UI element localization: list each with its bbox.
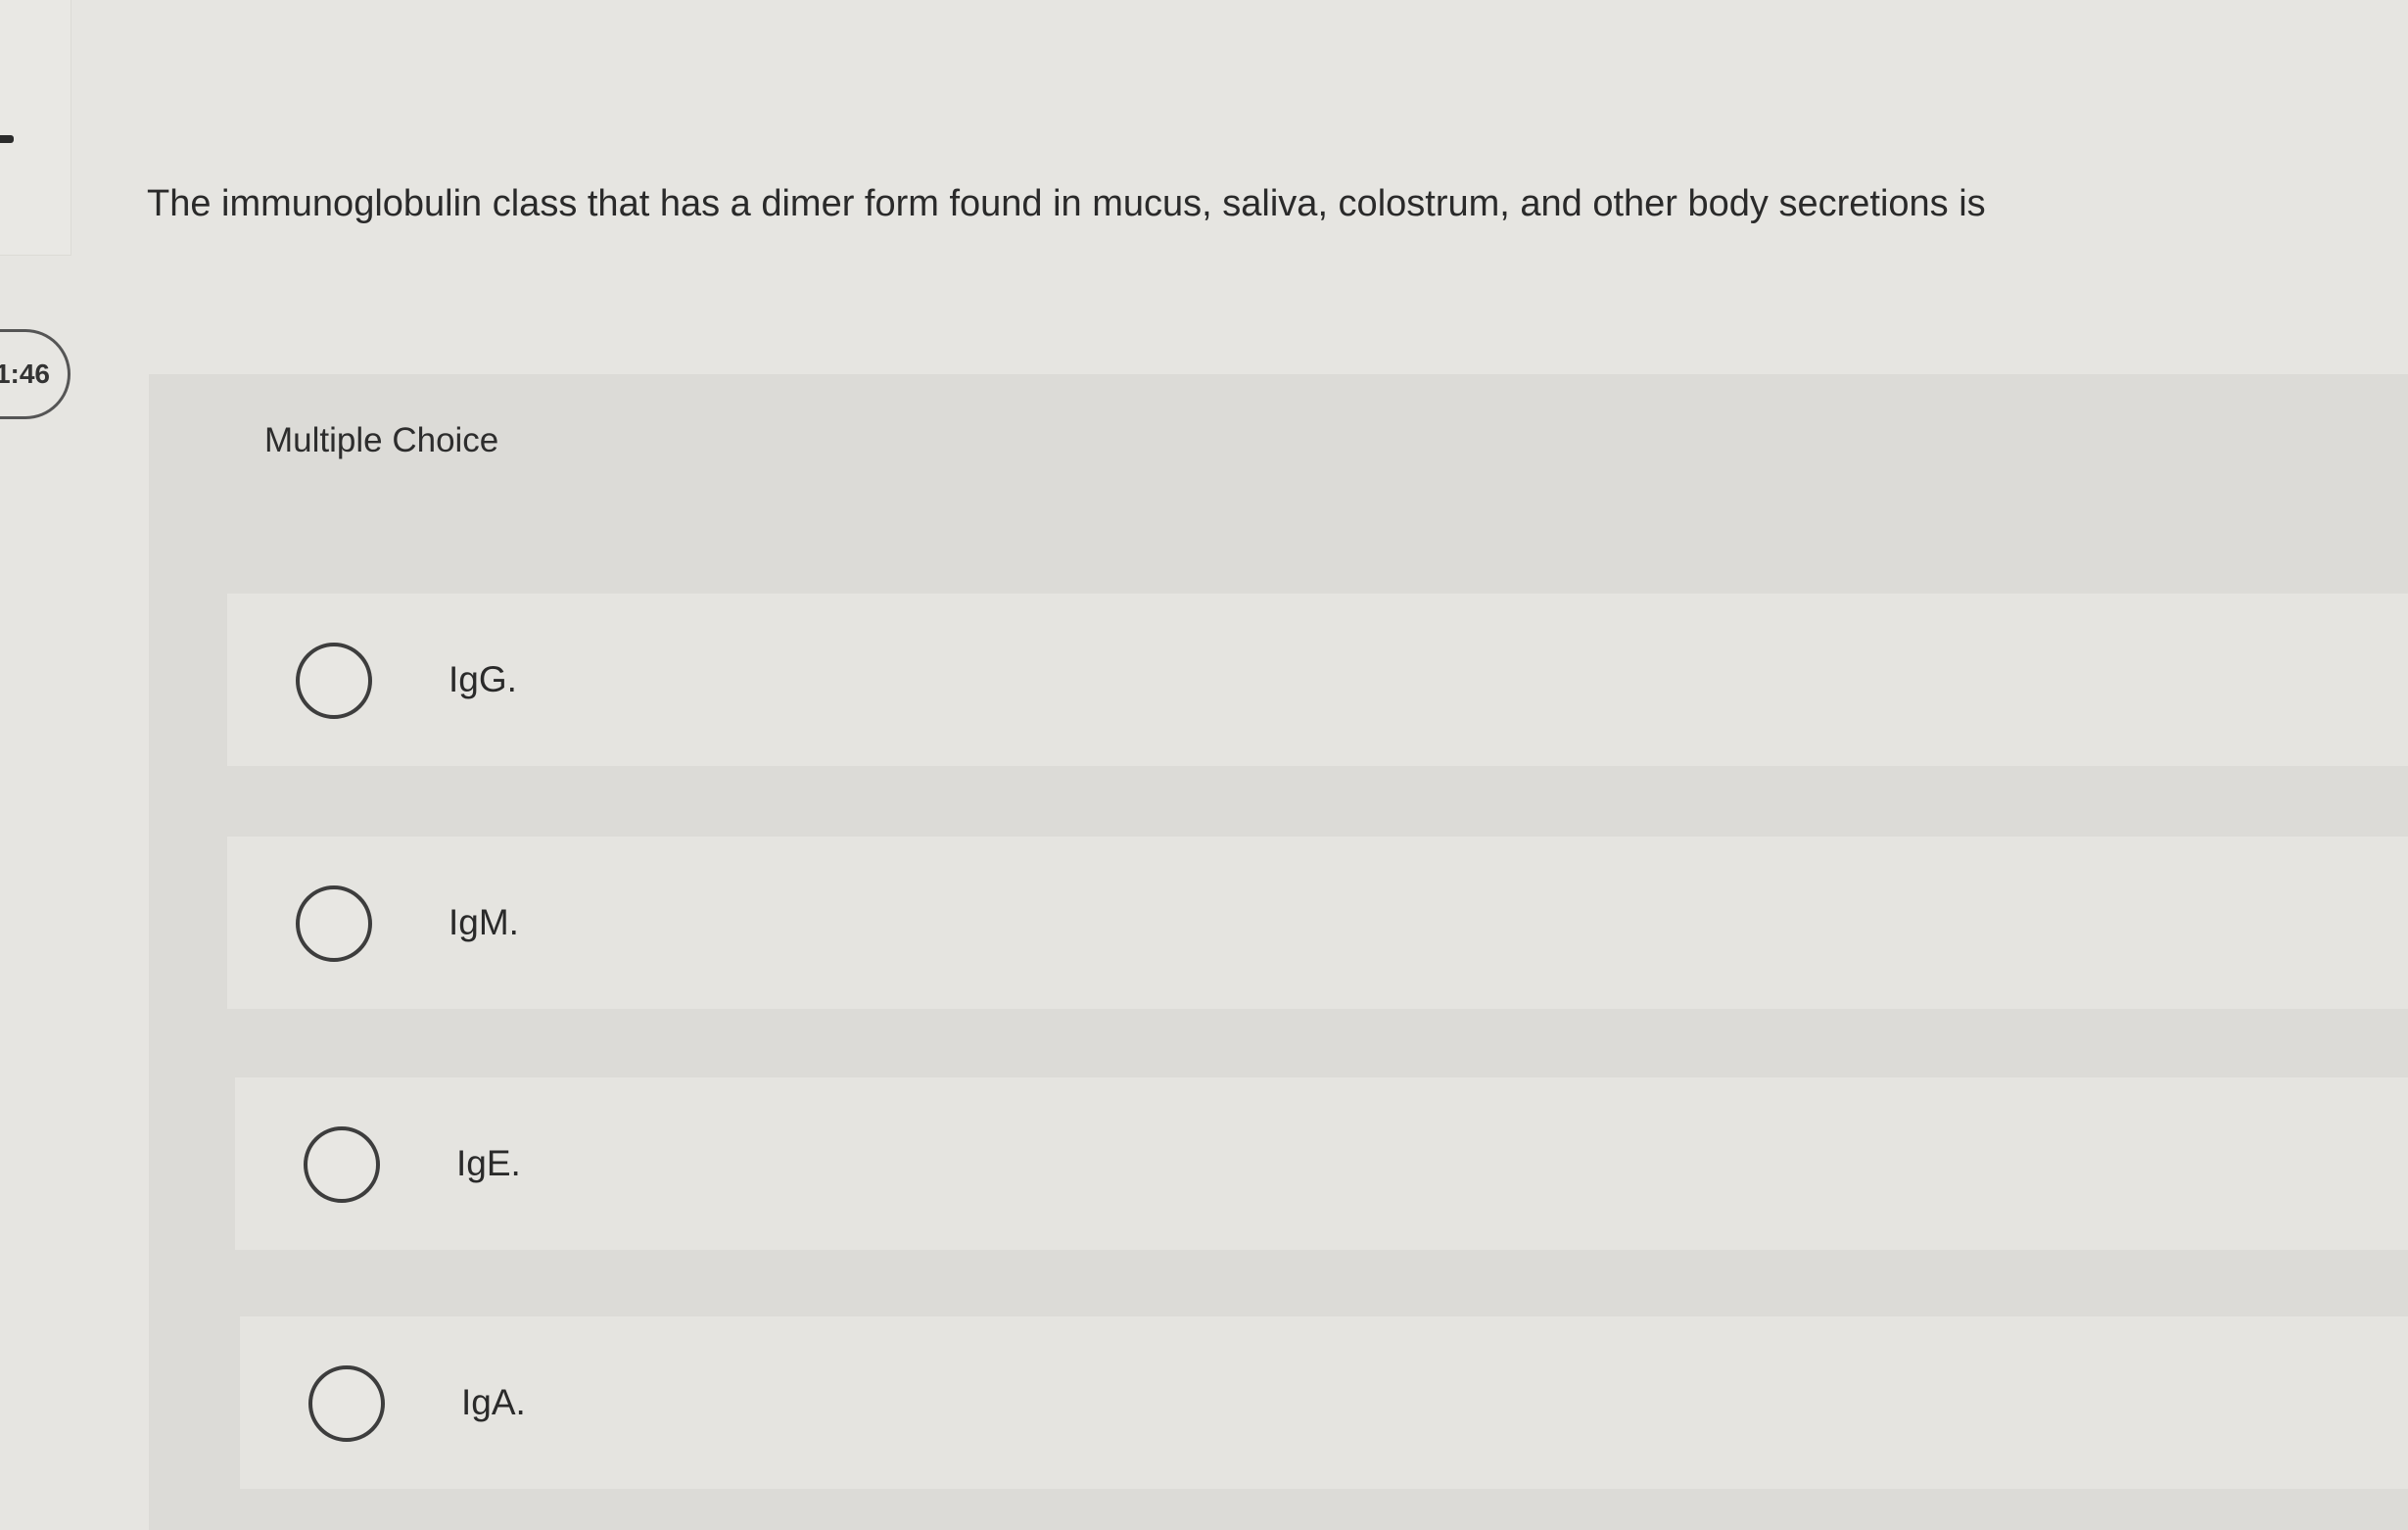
- radio-button-icon[interactable]: [308, 1365, 385, 1442]
- choice-option-ige[interactable]: IgE.: [235, 1077, 2408, 1250]
- radio-button-icon[interactable]: [296, 643, 372, 719]
- choice-option-iga[interactable]: IgA.: [240, 1316, 2408, 1489]
- choice-label: IgA.: [461, 1382, 526, 1422]
- timer-badge: 1:46: [0, 329, 71, 419]
- choice-option-igg[interactable]: IgG.: [227, 594, 2408, 766]
- radio-button-icon[interactable]: [304, 1126, 380, 1203]
- timer-text: 1:46: [0, 359, 50, 389]
- question-text: The immunoglobulin class that has a dime…: [147, 183, 1986, 224]
- sidebar-marker: [0, 135, 14, 143]
- choice-option-igm[interactable]: IgM.: [227, 837, 2408, 1009]
- left-sidebar-strip: [0, 0, 71, 256]
- choice-label: IgE.: [456, 1143, 521, 1183]
- choice-label: IgM.: [449, 902, 519, 942]
- question-type-label: Multiple Choice: [264, 421, 499, 459]
- radio-button-icon[interactable]: [296, 885, 372, 962]
- choice-label: IgG.: [449, 659, 517, 699]
